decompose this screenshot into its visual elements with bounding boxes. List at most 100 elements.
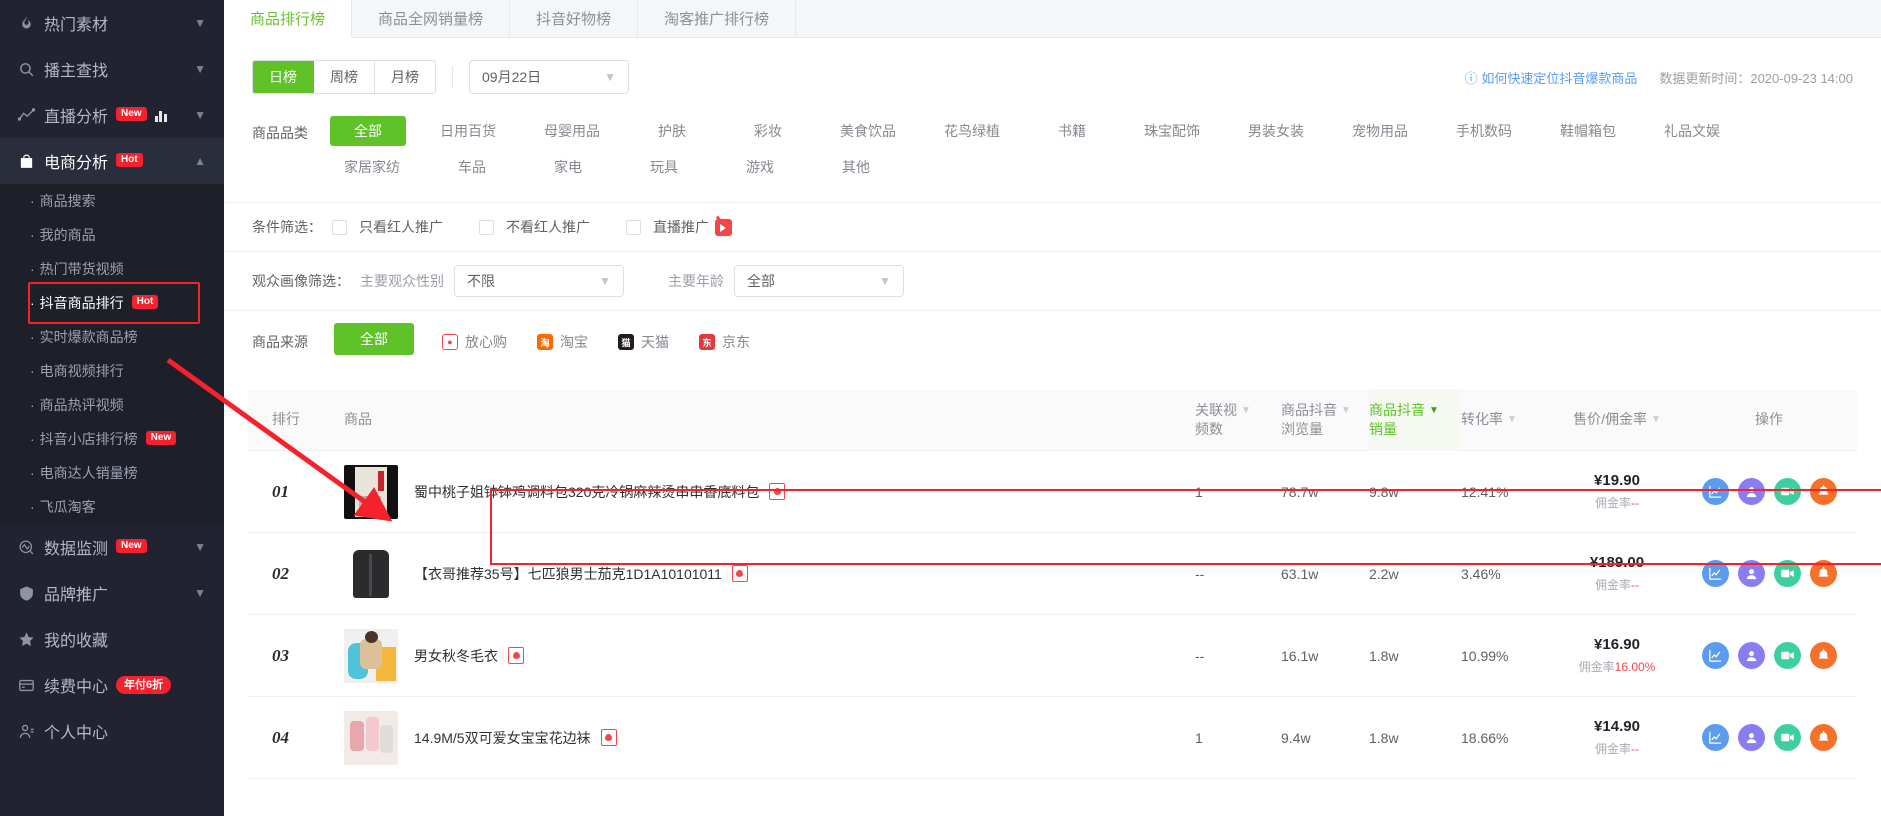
source-chip-0[interactable]: 全部 (334, 323, 414, 355)
sidebar-subitem-0[interactable]: · 商品搜索 (0, 184, 224, 218)
sidebar-subitem-5[interactable]: · 电商视频排行 (0, 354, 224, 388)
category-chip-7[interactable]: 书籍 (1034, 116, 1110, 146)
th-price[interactable]: 售价/佣金率 ▼ (1553, 410, 1681, 429)
table-row[interactable]: 02 【衣哥推荐35号】七匹狼男士茄克1D1A10101011 -- 63.1w 2.2… (248, 533, 1857, 615)
tab-3[interactable]: 淘客推广排行榜 (638, 0, 797, 37)
monitor-alarm-icon[interactable] (1809, 642, 1837, 669)
date-select[interactable]: 09月22日 ▼ (469, 60, 629, 94)
monitor-alarm-icon[interactable] (1809, 560, 1837, 587)
th-video-count[interactable]: 关联视 ▼ 频数 (1195, 401, 1281, 439)
product-title[interactable]: 14.9M/5双可爱女宝宝花边袜 (414, 728, 591, 748)
tab-1[interactable]: 商品全网销量榜 (352, 0, 511, 37)
table-row[interactable]: 04 14.9M/5双可爱女宝宝花边袜 1 9.4w 1.8w 18.66% ¥14.90 佣… (248, 697, 1857, 779)
category-chip-14[interactable]: 家居家纺 (330, 152, 414, 182)
tab-0[interactable]: 商品排行榜 (224, 0, 353, 38)
table-row[interactable]: 03 男女秋冬毛衣 -- 16.1w 1.8w 10.99% ¥16.90 佣金率16.00% (248, 615, 1857, 697)
period-2[interactable]: 月榜 (375, 61, 435, 93)
product-title[interactable]: 【衣哥推荐35号】七匹狼男士茄克1D1A10101011 (414, 564, 722, 584)
source-chip-2[interactable]: 淘淘宝 (537, 332, 588, 352)
sidebar-item-7[interactable]: 续费中心 年付6折 (0, 662, 224, 708)
video-icon[interactable] (1773, 642, 1801, 669)
help-link[interactable]: ⓘ 如何快速定位抖音爆款商品 (1465, 68, 1638, 87)
audience-icon[interactable] (1737, 560, 1765, 587)
sidebar-subitem-2[interactable]: · 热门带货视频 (0, 252, 224, 286)
sidebar-item-8[interactable]: 个人中心 (0, 708, 224, 754)
trend-chart-icon[interactable] (1701, 724, 1729, 751)
source-chip-1[interactable]: ● 放心购 (442, 332, 507, 352)
age-select[interactable]: 全部 ▼ (734, 265, 904, 297)
category-chip-17[interactable]: 玩具 (626, 152, 702, 182)
sidebar-subitem-8[interactable]: · 电商达人销量榜 (0, 456, 224, 490)
category-chip-2[interactable]: 母婴用品 (530, 116, 614, 146)
sidebar-item-0[interactable]: 热门素材 ▼ (0, 0, 224, 46)
product-thumbnail[interactable] (344, 710, 398, 765)
sidebar-item-5[interactable]: 品牌推广 ▼ (0, 570, 224, 616)
category-chip-16[interactable]: 家电 (530, 152, 606, 182)
video-icon[interactable] (1773, 724, 1801, 751)
category-chip-8[interactable]: 珠宝配饰 (1130, 116, 1214, 146)
th-conversion[interactable]: 转化率 ▼ (1461, 410, 1553, 429)
sidebar-subitem-7[interactable]: · 抖音小店排行榜 New (0, 422, 224, 456)
category-chip-0[interactable]: 全部 (330, 116, 406, 146)
product-thumbnail[interactable] (344, 546, 398, 601)
product-thumbnail[interactable] (344, 628, 398, 683)
period-segmented[interactable]: 日榜 周榜 月榜 (252, 60, 436, 94)
audience-icon[interactable] (1737, 478, 1765, 505)
sidebar-subitem-6[interactable]: · 商品热评视频 (0, 388, 224, 422)
condition-checkbox-2[interactable]: 直播推广 (626, 217, 732, 237)
product-thumbnail[interactable] (344, 464, 398, 519)
sidebar-item-2[interactable]: 直播分析 New ▼ (0, 92, 224, 138)
product-title[interactable]: 蜀中桃子姐钵钵鸡调料包320克冷锅麻辣烫串串香底料包 (414, 482, 759, 502)
category-chip-3[interactable]: 护肤 (634, 116, 710, 146)
cell-views: 78.7w (1281, 483, 1319, 500)
trend-chart-icon[interactable] (1701, 642, 1729, 669)
audience-icon[interactable] (1737, 642, 1765, 669)
source-chip-3[interactable]: 猫天猫 (618, 332, 669, 352)
cell-rank: 02 (248, 564, 344, 584)
sidebar-subitem-4[interactable]: · 实时爆款商品榜 (0, 320, 224, 354)
gender-select[interactable]: 不限 ▼ (454, 265, 624, 297)
monitor-alarm-icon[interactable] (1809, 724, 1837, 751)
monitor-alarm-icon[interactable] (1809, 478, 1837, 505)
th-views[interactable]: 商品抖音 ▼ 浏览量 (1281, 401, 1369, 439)
category-chip-12[interactable]: 鞋帽箱包 (1546, 116, 1630, 146)
checkbox-box[interactable] (479, 219, 494, 235)
sidebar-item-4[interactable]: 数据监测 New ▼ (0, 524, 224, 570)
audience-icon[interactable] (1737, 724, 1765, 751)
tab-2[interactable]: 抖音好物榜 (510, 0, 639, 37)
th-sales-cell[interactable]: 商品抖音 ▼ 销量 (1369, 388, 1461, 451)
category-chip-10[interactable]: 宠物用品 (1338, 116, 1422, 146)
sidebar-item-1[interactable]: 播主查找 ▼ (0, 46, 224, 92)
sidebar-item-6[interactable]: 我的收藏 (0, 616, 224, 662)
sidebar-subitem-3[interactable]: · 抖音商品排行 Hot (0, 286, 224, 320)
sidebar-item-label: 播主查找 (44, 63, 109, 80)
cell-video-count: -- (1195, 647, 1205, 664)
category-chip-5[interactable]: 美食饮品 (826, 116, 910, 146)
category-chip-1[interactable]: 日用百货 (426, 116, 510, 146)
video-icon[interactable] (1773, 478, 1801, 505)
table-row[interactable]: 01 蜀中桃子姐钵钵鸡调料包320克冷锅麻辣烫串串香底料包 1 78.7w 9.8w 12… (248, 451, 1857, 533)
category-chip-6[interactable]: 花鸟绿植 (930, 116, 1014, 146)
period-0[interactable]: 日榜 (253, 61, 314, 93)
category-chip-15[interactable]: 车品 (434, 152, 510, 182)
trend-chart-icon[interactable] (1701, 478, 1729, 505)
category-chip-18[interactable]: 游戏 (722, 152, 798, 182)
category-chip-9[interactable]: 男装女装 (1234, 116, 1318, 146)
condition-checkbox-1[interactable]: 不看红人推广 (479, 217, 590, 237)
category-chip-19[interactable]: 其他 (818, 152, 894, 182)
sidebar-subitem-1[interactable]: · 我的商品 (0, 218, 224, 252)
period-1[interactable]: 周榜 (314, 61, 375, 93)
sidebar-item-3[interactable]: 电商分析 Hot ▲ (0, 138, 224, 184)
source-chip-4[interactable]: 东京东 (699, 332, 750, 352)
video-icon[interactable] (1773, 560, 1801, 587)
condition-checkbox-0[interactable]: 只看红人推广 (332, 217, 443, 237)
product-title[interactable]: 男女秋冬毛衣 (414, 646, 498, 666)
category-chip-4[interactable]: 彩妆 (730, 116, 806, 146)
sidebar-subitem-9[interactable]: · 飞瓜淘客 (0, 490, 224, 524)
checkbox-box[interactable] (626, 219, 641, 235)
sidebar-sub-badge: Hot (131, 295, 159, 309)
checkbox-box[interactable] (332, 219, 347, 235)
category-chip-13[interactable]: 礼品文娱 (1650, 116, 1734, 146)
category-chip-11[interactable]: 手机数码 (1442, 116, 1526, 146)
trend-chart-icon[interactable] (1701, 560, 1729, 587)
